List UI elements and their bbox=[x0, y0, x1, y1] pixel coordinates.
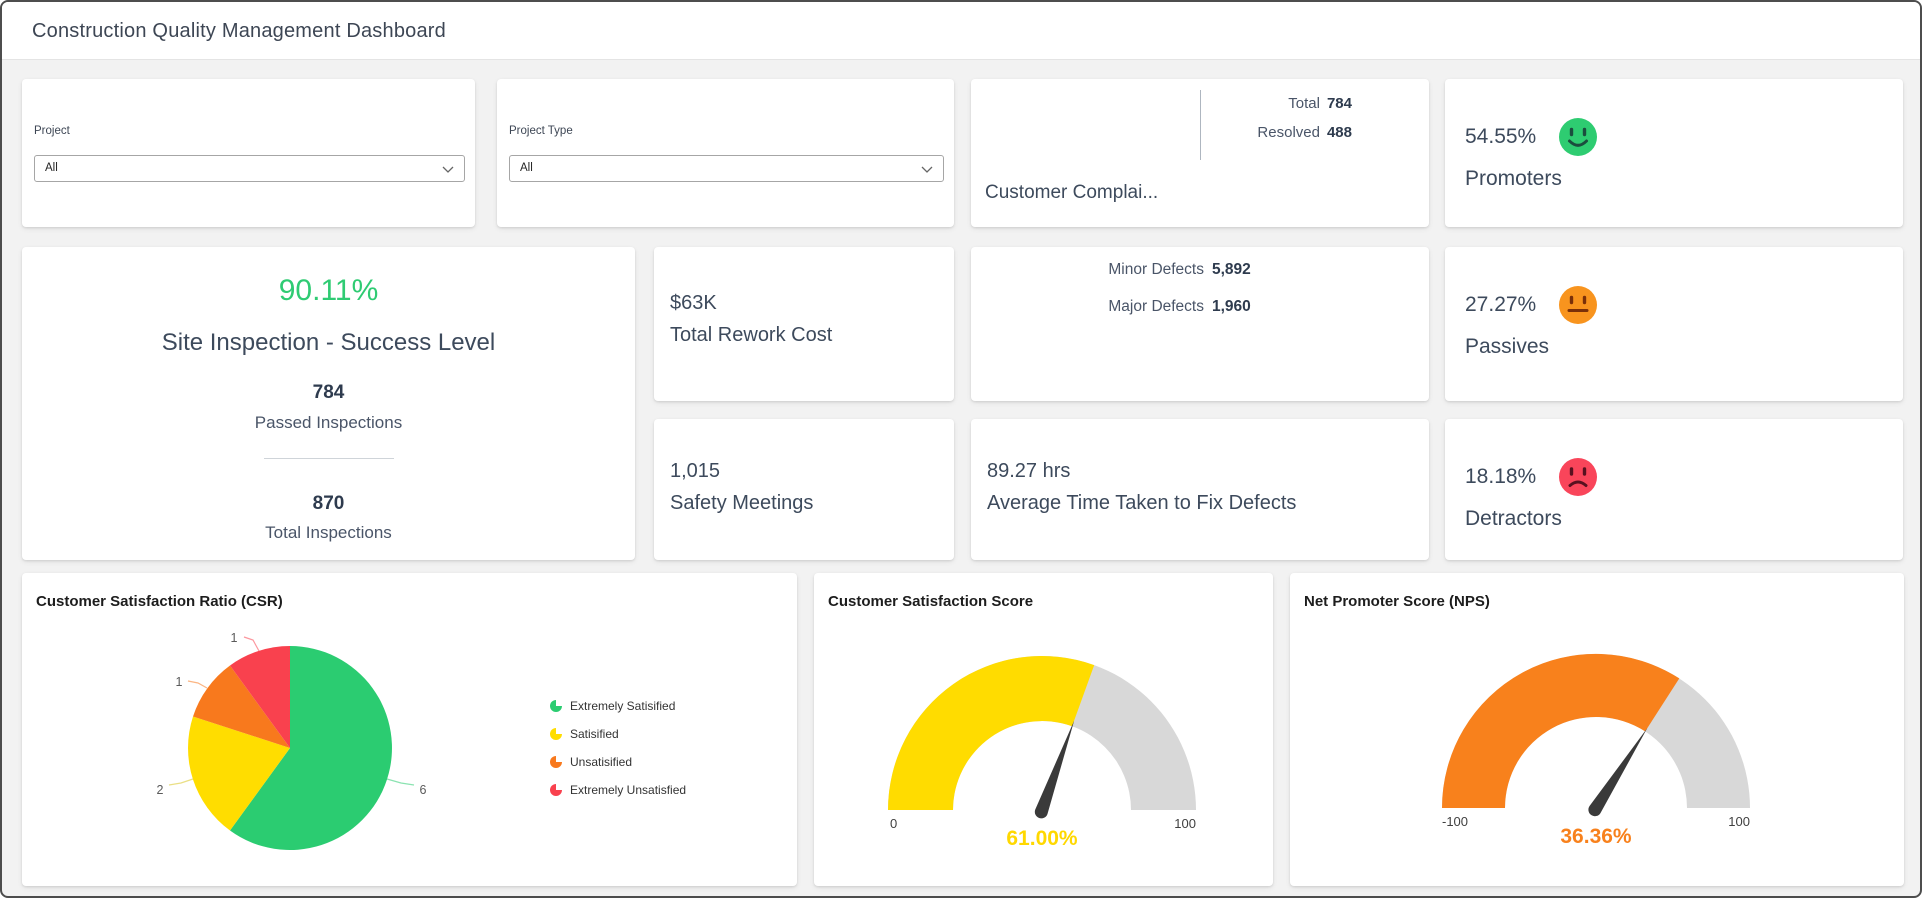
fix-time-card: 89.27 hrs Average Time Taken to Fix Defe… bbox=[971, 419, 1429, 560]
customer-complaints-title: Customer Complai... bbox=[985, 182, 1159, 203]
gauge-fill bbox=[888, 655, 1095, 810]
legend-item-satisfied[interactable]: Satisified bbox=[550, 727, 686, 741]
site-inspection-percentage: 90.11% bbox=[278, 274, 379, 307]
gauge-max-label: 100 bbox=[1728, 814, 1750, 829]
minor-defects-value: 5,892 bbox=[1212, 261, 1251, 278]
pie-data-label: 1 bbox=[176, 675, 183, 689]
callout-line bbox=[386, 778, 415, 786]
passed-inspections-label: Passed Inspections bbox=[254, 413, 403, 432]
page-title: Construction Quality Management Dashboar… bbox=[32, 20, 446, 42]
complaints-total-value: 784 bbox=[1326, 95, 1352, 112]
complaints-total-label: Total bbox=[1288, 95, 1320, 112]
project-type-filter-label: Project Type bbox=[509, 125, 573, 137]
complaints-resolved-value: 488 bbox=[1326, 124, 1352, 141]
major-defects-row: Major Defects 1,960 bbox=[1074, 298, 1251, 316]
fix-time-label: Average Time Taken to Fix Defects bbox=[987, 492, 1297, 514]
customer-complaints-card: Customer Complai... Total 784 Resolved 488 bbox=[971, 79, 1429, 227]
passives-label: Passives bbox=[1465, 335, 1550, 358]
pie-data-label: 1 bbox=[231, 631, 238, 645]
minor-defects-row: Minor Defects 5,892 bbox=[1074, 261, 1251, 279]
happy-face-icon bbox=[1559, 118, 1597, 156]
site-inspection-title: Site Inspection - Success Level bbox=[161, 329, 496, 356]
total-inspections-label: Total Inspections bbox=[265, 523, 392, 542]
project-type-select[interactable]: All bbox=[509, 155, 944, 182]
minor-defects-label: Minor Defects bbox=[1108, 261, 1204, 278]
passives-card: 27.27% Passives bbox=[1445, 247, 1903, 401]
major-defects-value: 1,960 bbox=[1212, 298, 1251, 315]
legend-item-extremely-unsatisfied[interactable]: Extremely Unsatisfied bbox=[550, 783, 686, 797]
complaints-resolved-label: Resolved bbox=[1257, 124, 1320, 141]
pie-data-label: 6 bbox=[420, 783, 427, 797]
major-defects-label: Major Defects bbox=[1108, 298, 1204, 315]
callout-line bbox=[168, 778, 194, 786]
project-select-value: All bbox=[45, 162, 58, 174]
detractors-card: 18.18% Detractors bbox=[1445, 419, 1903, 560]
safety-meetings-card: 1,015 Safety Meetings bbox=[654, 419, 954, 560]
rework-cost-card: $63K Total Rework Cost bbox=[654, 247, 954, 401]
csr-pie-chart-card: Customer Satisfaction Ratio (CSR) 1 1 2 … bbox=[22, 573, 797, 886]
dashboard-window: Construction Quality Management Dashboar… bbox=[0, 0, 1922, 898]
legend-label: Unsatisified bbox=[570, 755, 633, 769]
nps-gauge-card: Net Promoter Score (NPS) -100 100 36.36% bbox=[1290, 573, 1904, 886]
legend-label: Extremely Unsatisfied bbox=[570, 783, 687, 797]
gauge-needle bbox=[1588, 728, 1648, 817]
project-filter-card: Project All bbox=[22, 79, 475, 227]
legend-item-unsatisfied[interactable]: Unsatisified bbox=[550, 755, 686, 769]
passives-percentage: 27.27% bbox=[1465, 293, 1537, 316]
legend-pie-icon bbox=[550, 700, 562, 712]
safety-meetings-label: Safety Meetings bbox=[670, 492, 814, 514]
project-type-select-value: All bbox=[520, 162, 533, 174]
legend-item-extremely-satisfied[interactable]: Extremely Satisified bbox=[550, 699, 686, 713]
nps-gauge: -100 100 36.36% bbox=[1442, 653, 1750, 848]
legend-label: Extremely Satisified bbox=[570, 699, 676, 713]
site-inspection-card: 90.11% Site Inspection - Success Level 7… bbox=[22, 247, 635, 560]
promoters-card: 54.55% Promoters bbox=[1445, 79, 1903, 227]
safety-meetings-value: 1,015 bbox=[670, 460, 721, 482]
gauge-value-label: 36.36% bbox=[1560, 825, 1632, 848]
detractors-label: Detractors bbox=[1465, 507, 1562, 530]
passed-inspections-value: 784 bbox=[312, 382, 345, 403]
project-select[interactable]: All bbox=[34, 155, 465, 182]
header-bar: Construction Quality Management Dashboar… bbox=[2, 2, 1920, 60]
legend-pie-icon bbox=[550, 756, 562, 768]
chevron-down-icon bbox=[442, 166, 454, 173]
callout-line bbox=[243, 636, 260, 652]
gauge-max-label: 100 bbox=[1174, 816, 1196, 831]
gauge-min-label: 0 bbox=[890, 816, 897, 831]
callout-line bbox=[187, 680, 208, 689]
sad-face-icon bbox=[1559, 458, 1597, 496]
chevron-down-icon bbox=[921, 166, 933, 173]
legend-pie-icon bbox=[550, 784, 562, 796]
rework-cost-label: Total Rework Cost bbox=[670, 324, 833, 346]
rework-cost-value: $63K bbox=[670, 292, 717, 314]
total-inspections-value: 870 bbox=[312, 493, 345, 514]
gauge-value-label: 61.00% bbox=[1006, 827, 1078, 850]
divider bbox=[1200, 90, 1201, 160]
gauge-min-label: -100 bbox=[1442, 814, 1468, 829]
csat-gauge-card: Customer Satisfaction Score 0 100 61.00% bbox=[814, 573, 1273, 886]
gauge-needle bbox=[1034, 720, 1075, 819]
legend-label: Satisified bbox=[570, 727, 619, 741]
complaints-resolved-row: Resolved 488 bbox=[1257, 124, 1352, 141]
promoters-label: Promoters bbox=[1465, 167, 1562, 190]
gauge-fill bbox=[1442, 653, 1680, 808]
legend-pie-icon bbox=[550, 728, 562, 740]
complaints-total-row: Total 784 bbox=[1257, 95, 1352, 112]
divider bbox=[263, 458, 394, 459]
defects-card: Minor Defects 5,892 Major Defects 1,960 bbox=[971, 247, 1429, 401]
project-filter-label: Project bbox=[34, 125, 70, 137]
pie-data-label: 2 bbox=[157, 783, 164, 797]
promoters-percentage: 54.55% bbox=[1465, 125, 1537, 148]
fix-time-value: 89.27 hrs bbox=[987, 460, 1071, 482]
detractors-percentage: 18.18% bbox=[1465, 465, 1537, 488]
csat-gauge: 0 100 61.00% bbox=[888, 655, 1196, 850]
neutral-face-icon bbox=[1559, 286, 1597, 324]
project-type-filter-card: Project Type All bbox=[497, 79, 954, 227]
pie-legend: Extremely Satisified Satisified Unsatisi… bbox=[550, 699, 686, 811]
